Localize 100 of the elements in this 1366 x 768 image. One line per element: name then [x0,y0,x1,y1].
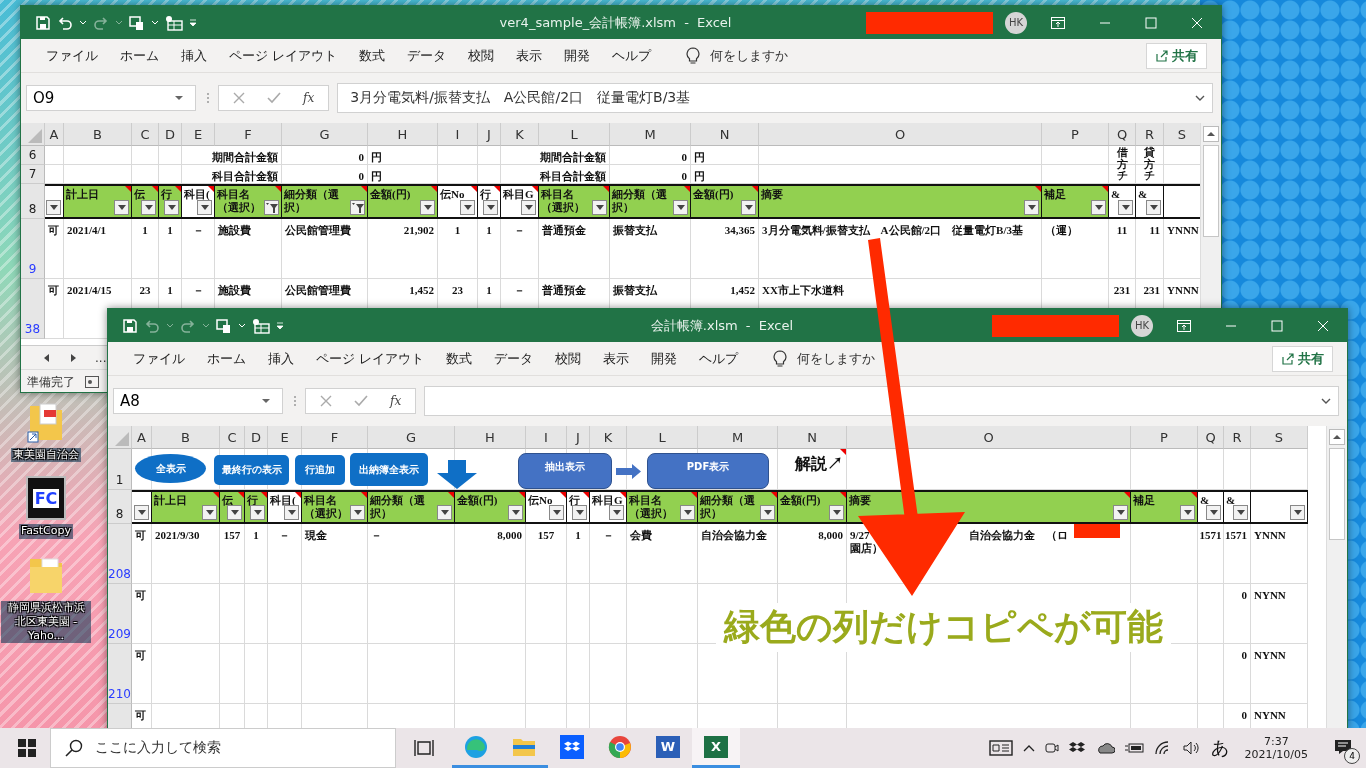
filter-button[interactable] [164,200,179,215]
macro-button[interactable]: 出納簿全表示 [350,453,428,486]
row-header[interactable]: 208 [108,524,132,584]
clock[interactable]: 7:37 2021/10/05 [1238,735,1314,761]
insert-function-button[interactable]: fx [303,91,315,105]
formula-input[interactable]: 3月分電気料/振替支払 A公民館/2口 従量電灯B/3基 [337,83,1213,113]
speaker-icon[interactable] [1182,741,1201,755]
filter-button[interactable] [1024,200,1039,215]
row-header[interactable]: 210 [108,644,132,704]
task-view-icon[interactable] [414,739,434,757]
filter-button[interactable] [350,200,365,215]
caret-icon[interactable] [79,18,87,27]
filter-button[interactable] [134,505,149,520]
menu-tab[interactable]: 開発 [640,349,689,368]
row-header[interactable]: 7 [21,165,45,184]
column-header[interactable]: A [45,123,64,146]
macro-button[interactable]: 抽出表示 [518,453,612,489]
menu-tab[interactable]: ファイル [35,46,109,65]
filter-button[interactable] [460,200,475,215]
camera-icon[interactable] [1044,740,1059,756]
column-header[interactable]: E [182,123,215,146]
column-header[interactable]: K [501,123,539,146]
filter-button[interactable] [521,200,536,215]
menu-tab[interactable]: 校閲 [457,46,506,65]
formula-input[interactable] [424,386,1339,416]
input-mode-indicator[interactable]: あ [1210,736,1229,760]
filter-button[interactable] [284,505,299,520]
right-arrow-icon[interactable] [69,353,77,362]
customize-icon[interactable] [189,18,197,27]
column-header[interactable]: D [159,123,182,146]
row-header[interactable]: 9 [21,219,45,279]
filter-button[interactable] [760,505,775,520]
menu-tab[interactable]: 表示 [505,46,554,65]
menu-tab[interactable]: ヘルプ [601,46,663,65]
filter-button[interactable] [741,200,756,215]
menu-tab[interactable]: 開発 [553,46,602,65]
share-button[interactable]: 共有 [1146,42,1207,69]
filter-button[interactable] [1146,200,1161,215]
column-header[interactable]: O [759,123,1042,146]
check-icon[interactable] [354,395,368,407]
menu-tab[interactable]: ファイル [122,349,196,368]
filter-button[interactable] [829,505,844,520]
column-header[interactable]: I [526,426,567,449]
menu-tab[interactable]: データ [483,349,545,368]
scrollbar-thumb[interactable] [1203,145,1219,237]
news-icon[interactable] [988,740,1013,756]
filter-button[interactable] [1118,200,1133,215]
column-header[interactable]: H [455,426,526,449]
column-header[interactable]: S [1164,123,1200,146]
maximize-icon[interactable] [1271,319,1283,332]
column-header[interactable]: L [627,426,698,449]
menu-tab[interactable]: ホーム [196,349,257,368]
open-box-icon[interactable] [1068,741,1085,755]
column-header[interactable]: R [1136,123,1164,146]
check-icon[interactable] [267,92,281,104]
filter-button[interactable] [250,505,265,520]
column-header[interactable]: P [1042,123,1109,146]
column-header[interactable]: J [567,426,590,449]
filter-button[interactable] [1206,505,1221,520]
taskbar-app-button[interactable]: X [692,728,740,768]
lightbulb-icon[interactable] [686,46,701,65]
form-icon[interactable] [129,14,145,31]
lightbulb-icon[interactable] [773,349,788,368]
battery-icon[interactable] [1124,742,1145,754]
filter-button[interactable] [141,200,156,215]
column-header[interactable]: R [1224,426,1251,449]
scrollbar-thumb[interactable] [1329,448,1345,540]
shortcut-label[interactable]: FastCopy [19,524,73,539]
filter-button[interactable] [227,505,242,520]
user-avatar[interactable]: HK [1131,314,1153,337]
column-header[interactable]: A [132,426,152,449]
filter-button[interactable] [1233,505,1248,520]
column-header[interactable]: S [1251,426,1308,449]
ribbon-display-icon[interactable] [1051,16,1065,29]
filter-button[interactable] [197,200,212,215]
caret-icon[interactable] [238,321,246,330]
filter-button[interactable] [592,200,607,215]
column-header[interactable]: G [368,426,455,449]
menu-tab[interactable]: 数式 [348,46,397,65]
column-header[interactable]: M [698,426,778,449]
filter-button[interactable] [680,505,695,520]
macro-button[interactable]: 行追加 [295,455,345,485]
column-header[interactable]: G [282,123,368,146]
column-header[interactable]: O [847,426,1131,449]
filter-button[interactable] [609,505,624,520]
column-header[interactable]: N [691,123,759,146]
form-icon[interactable] [216,317,232,334]
menu-tab[interactable]: 表示 [592,349,641,368]
macro-button[interactable]: PDF表示 [647,453,769,489]
macro-record-icon[interactable] [85,376,99,388]
filter-button[interactable] [1180,505,1195,520]
menu-tab[interactable]: ヘルプ [688,349,750,368]
column-header[interactable]: F [215,123,282,146]
column-header[interactable]: K [590,426,627,449]
column-header[interactable]: L [539,123,610,146]
filter-button[interactable] [114,200,129,215]
column-header[interactable]: J [478,123,501,146]
filter-button[interactable] [350,505,365,520]
menu-tab[interactable]: ホーム [109,46,170,65]
macro-button[interactable]: 全表示 [135,454,206,483]
